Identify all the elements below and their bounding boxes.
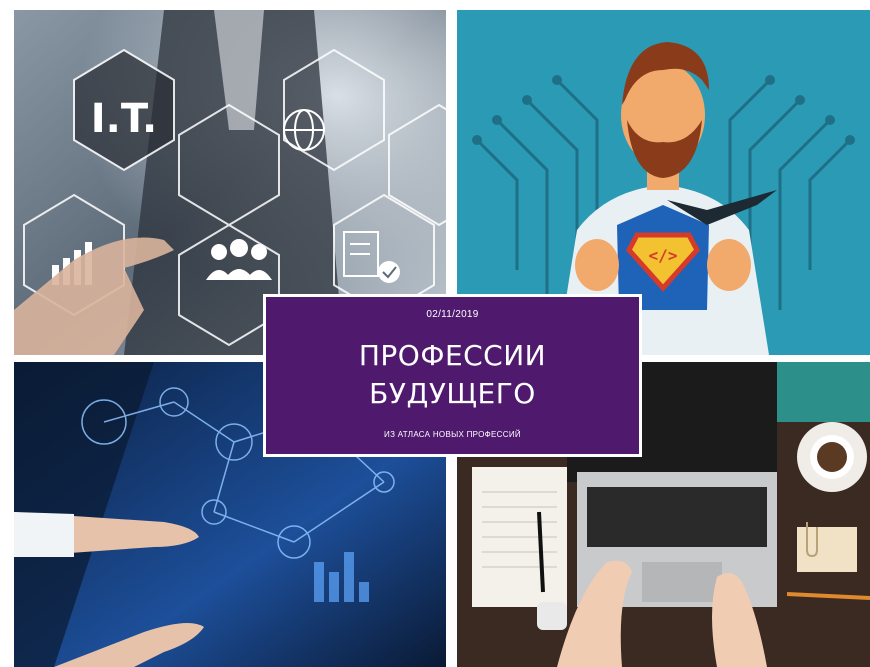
post-date: 02/11/2019 <box>426 309 479 320</box>
collage-page: I.T. </> 02/11/2019 ПРОФЕССИИ БУДУЩЕГО И… <box>0 0 870 667</box>
notebook <box>472 467 567 607</box>
it-hexagon-text: I.T. <box>91 96 157 142</box>
title-subtitle: ИЗ АТЛАСА НОВЫХ ПРОФЕССИЙ <box>384 430 521 439</box>
svg-text:</>: </> <box>649 246 678 265</box>
coffee-cup <box>797 422 867 492</box>
title-card: 02/11/2019 ПРОФЕССИИ БУДУЩЕГО ИЗ АТЛАСА … <box>263 294 642 457</box>
title-line-1: ПРОФЕССИИ <box>358 339 547 372</box>
title-line-2: БУДУЩЕГО <box>369 377 536 410</box>
